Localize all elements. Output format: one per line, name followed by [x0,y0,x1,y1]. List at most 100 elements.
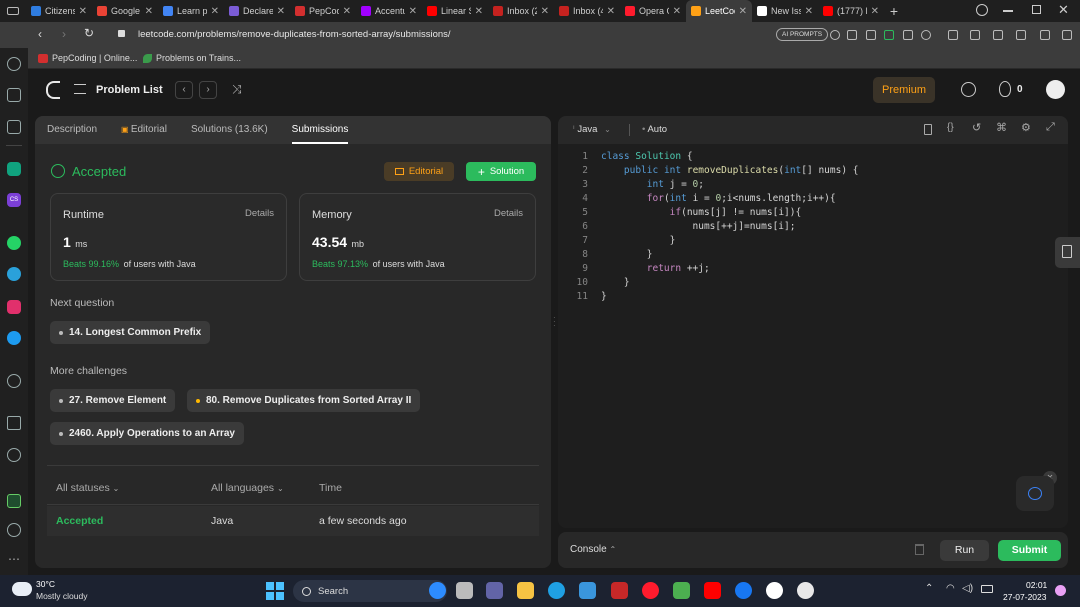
streak-flame-icon[interactable] [999,81,1011,97]
github-icon[interactable] [766,582,783,599]
close-window-button[interactable]: ✕ [1058,2,1069,18]
code-line[interactable]: return ++j; [601,263,710,274]
notes-side-tab[interactable] [1055,237,1080,268]
code-line[interactable]: if(nums[j] != nums[i]){ [601,207,802,218]
runtime-card[interactable]: Runtime Details 1 ms Beats 99.16% of use… [50,193,287,281]
easy-setup-icon[interactable] [1040,30,1050,40]
next-problem-button[interactable]: › [199,81,217,99]
code-line[interactable]: int j = 0; [601,179,704,190]
next-question-chip[interactable]: 14. Longest Common Prefix [50,321,211,344]
browser-tab[interactable]: LeetCod✕ [686,0,752,22]
challenge-chip[interactable]: 27. Remove Element [50,389,176,412]
tab-search-icon[interactable] [976,4,988,16]
tab-submissions[interactable]: Submissions [280,116,361,144]
volume-icon[interactable]: ◁) [962,583,973,594]
browser-tab[interactable]: Learn p ✕ [158,0,224,22]
tab-editorial[interactable]: ▣ Editorial [109,116,179,144]
wifi-icon[interactable]: ◠ [946,583,955,594]
sidebar-player-icon[interactable] [7,374,21,388]
sidebar-wallet-icon[interactable] [7,494,21,508]
weather-temperature[interactable]: 30°C [36,579,55,589]
bookmark-icon[interactable] [924,124,932,135]
shuffle-icon[interactable]: ⤨ [232,82,242,97]
facebook-icon[interactable] [735,582,752,599]
close-tab-icon[interactable]: ✕ [79,6,87,17]
leetcode-logo[interactable] [46,81,60,99]
camera-icon[interactable] [866,30,876,40]
opera-icon[interactable] [642,582,659,599]
browser-tab[interactable]: Inbox (2 ✕ [488,0,554,22]
weather-condition[interactable]: Mostly cloudy [36,591,88,601]
code-line[interactable]: for(int i = 0;i<nums.length;i++){ [601,193,836,204]
trash-icon[interactable] [915,544,924,555]
browser-tab[interactable]: Citizens ✕ [26,0,92,22]
heart-icon[interactable] [921,30,931,40]
zoom-icon[interactable] [429,582,446,599]
battery-icon[interactable] [981,585,993,593]
url-field[interactable]: leetcode.com/problems/remove-duplicates-… [138,29,451,40]
weather-icon[interactable] [12,582,32,596]
runtime-details-link[interactable]: Details [245,208,274,219]
code-line[interactable]: nums[++j]=nums[i]; [601,221,796,232]
prev-problem-button[interactable]: ‹ [175,81,193,99]
sidebar-history-icon[interactable] [7,448,21,462]
shield-icon[interactable] [884,30,894,40]
avatar[interactable] [1046,80,1065,99]
tab-description[interactable]: Description [35,116,109,144]
status-filter[interactable]: All statuses ⌄ [56,482,119,494]
solution-button[interactable]: + Solution [466,162,536,181]
close-tab-icon[interactable]: ✕ [409,6,417,17]
back-icon[interactable]: ‹ [38,27,42,41]
browser-tab[interactable]: Linear S✕ [422,0,488,22]
sidebar-settings-icon[interactable] [7,523,21,537]
fullscreen-icon[interactable]: ⤢ [1046,121,1055,134]
close-tab-icon[interactable]: ✕ [541,6,549,17]
browser-tab[interactable]: Inbox (4 ✕ [554,0,620,22]
settings-gear-icon[interactable]: ⚙ [1021,121,1031,134]
alarm-clock-icon[interactable] [961,82,976,97]
battery-saver-icon[interactable] [1016,30,1026,40]
cube-icon[interactable] [970,30,980,40]
feedback-chat-button[interactable] [1016,476,1054,511]
close-tab-icon[interactable]: ✕ [673,6,681,17]
youtube-icon[interactable] [704,582,721,599]
browser-tab[interactable]: Declare ✕ [224,0,290,22]
braces-icon[interactable]: {} [947,122,954,133]
panel-resize-handle[interactable]: · · · [553,314,556,330]
browser-tab[interactable]: Opera G✕ [620,0,686,22]
task-view-icon[interactable] [456,582,473,599]
send-icon[interactable] [903,30,913,40]
sidebar-more-icon[interactable]: ⋯ [8,552,20,566]
challenge-chip[interactable]: 80. Remove Duplicates from Sorted Array … [187,389,421,412]
sidebar-tabs-icon[interactable] [7,120,21,134]
challenge-chip[interactable]: 2460. Apply Operations to an Array [50,422,244,445]
bookmark-problems-on-trains[interactable]: Problems on Trains... [143,53,241,63]
store-icon[interactable] [579,582,596,599]
sidebar-chatgpt-icon[interactable] [7,162,21,176]
memory-details-link[interactable]: Details [494,208,523,219]
problem-list-link[interactable]: Problem List [96,84,163,96]
tab-strip-menu-icon[interactable] [0,0,26,22]
close-tab-icon[interactable]: ✕ [607,6,615,17]
file-explorer-icon[interactable] [517,582,534,599]
menu-icon[interactable] [1062,30,1072,40]
close-tab-icon[interactable]: ✕ [211,6,219,17]
tab-solutions[interactable]: Solutions (13.6K) [179,116,280,144]
memory-card[interactable]: Memory Details 43.54 mb Beats 97.13% of … [299,193,536,281]
reset-icon[interactable]: ↺ [972,121,981,134]
download-icon[interactable] [993,30,1003,40]
run-button[interactable]: Run [940,540,989,561]
sidebar-twitter-icon[interactable] [7,331,21,345]
search-icon[interactable] [830,30,840,40]
browser-tab[interactable]: Google ✕ [92,0,158,22]
leaf-app-icon[interactable] [673,582,690,599]
premium-button[interactable]: Premium [873,77,935,103]
sidebar-telegram-icon[interactable] [7,267,21,281]
start-button[interactable] [266,582,284,600]
editorial-button[interactable]: Editorial [384,162,454,181]
browser-tab[interactable]: (1777) L✕ [818,0,884,22]
language-filter[interactable]: All languages ⌄ [211,482,284,494]
edit-icon[interactable] [847,30,857,40]
code-line[interactable]: } [601,249,653,260]
browser-tab[interactable]: Accentu ✕ [356,0,422,22]
